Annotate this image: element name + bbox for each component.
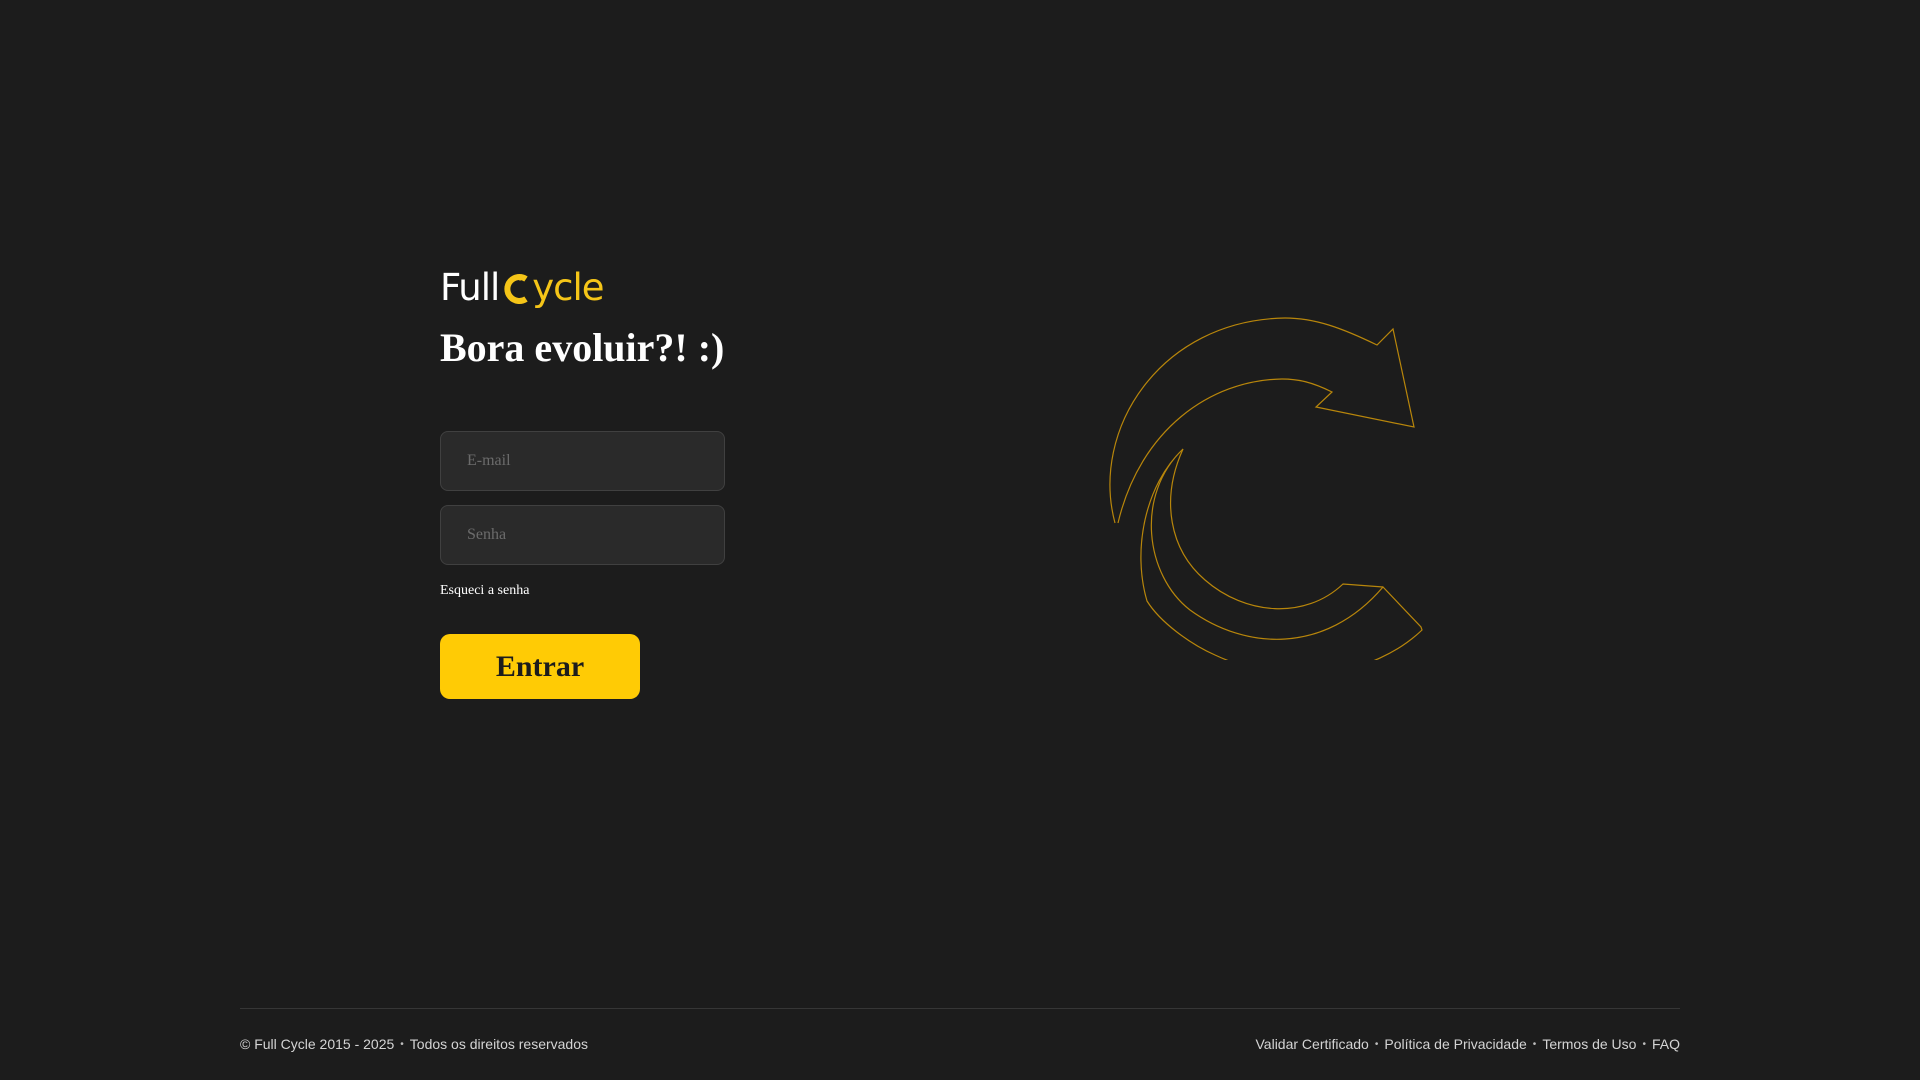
login-panel: Full ycle Bora evoluir?! :) Esqueci a se… — [440, 268, 725, 699]
password-input[interactable] — [440, 505, 725, 565]
privacy-policy-link[interactable]: Política de Privacidade — [1384, 1036, 1526, 1052]
copyright-text: © Full Cycle 2015 - 2025 — [240, 1036, 395, 1052]
logo-cycle-group: ycle — [499, 266, 605, 309]
email-input[interactable] — [440, 431, 725, 491]
terms-of-use-link[interactable]: Termos de Uso — [1542, 1036, 1636, 1052]
separator-dot: • — [1642, 1038, 1646, 1050]
separator-dot: • — [1532, 1038, 1537, 1050]
full-cycle-logo: Full ycle — [440, 268, 725, 308]
logo-c-mark-icon — [504, 274, 528, 304]
page-title: Bora evoluir?! :) — [440, 325, 725, 370]
separator-dot: • — [1374, 1038, 1379, 1050]
footer-copyright: © Full Cycle 2015 - 2025 • Todos os dire… — [240, 1036, 588, 1052]
logo-text-cycle: ycle — [532, 266, 604, 309]
separator-dot: • — [400, 1038, 404, 1050]
forgot-password-link[interactable]: Esqueci a senha — [440, 582, 529, 600]
faq-link[interactable]: FAQ — [1652, 1036, 1680, 1052]
footer: © Full Cycle 2015 - 2025 • Todos os dire… — [240, 1008, 1680, 1079]
rights-text: Todos os direitos reservados — [409, 1036, 588, 1052]
validate-certificate-link[interactable]: Validar Certificado — [1256, 1036, 1369, 1052]
logo-text-full: Full — [440, 266, 500, 309]
login-button[interactable]: Entrar — [440, 634, 640, 699]
refresh-arrow-icon — [1109, 317, 1423, 660]
footer-links: Validar Certificado • Política de Privac… — [1256, 1036, 1681, 1052]
